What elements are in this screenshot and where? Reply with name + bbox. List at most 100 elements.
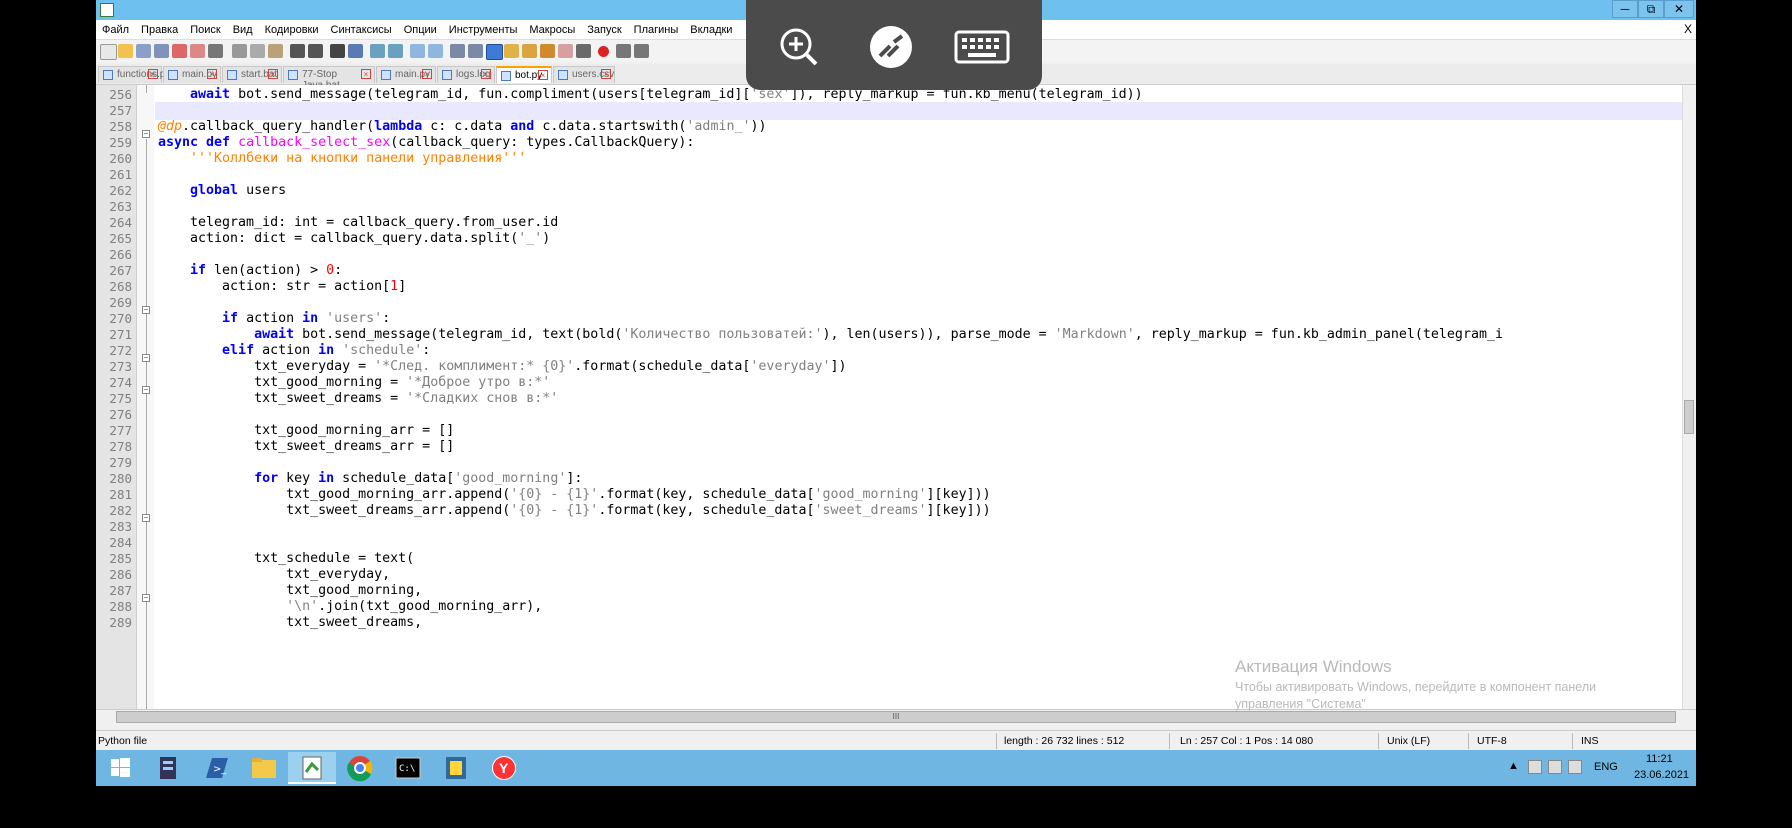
code-line[interactable]: txt_sweet_dreams, <box>158 614 422 632</box>
tab-close-icon[interactable]: × <box>268 69 278 79</box>
code-line[interactable]: txt_sweet_dreams_arr.append('{0} - {1}'.… <box>158 502 991 520</box>
file-explorer-icon[interactable] <box>240 752 288 784</box>
monitoring-icon[interactable] <box>576 44 591 58</box>
zoom-in-tool-icon[interactable] <box>370 44 385 58</box>
code-line[interactable]: action: dict = callback_query.data.split… <box>158 230 550 248</box>
open-file-icon[interactable] <box>118 44 133 58</box>
menu-tools[interactable]: Инструменты <box>443 22 524 36</box>
record-macro-icon[interactable] <box>598 46 609 57</box>
find-icon[interactable] <box>330 44 345 58</box>
save-all-icon[interactable] <box>154 44 169 58</box>
word-wrap-icon[interactable] <box>450 44 465 58</box>
tab-main-py-2[interactable]: main.py × <box>376 66 436 83</box>
code-line[interactable]: action: str = action[1] <box>158 278 406 296</box>
server-manager-icon[interactable] <box>144 752 192 784</box>
stop-macro-icon[interactable] <box>616 44 631 58</box>
chrome-icon[interactable] <box>336 752 384 784</box>
close-all-icon[interactable] <box>190 44 205 58</box>
remote-connection-icon[interactable] <box>866 24 916 70</box>
menu-settings[interactable]: Опции <box>398 22 443 36</box>
udl-icon[interactable] <box>504 44 519 58</box>
menu-language[interactable]: Синтаксисы <box>325 22 398 36</box>
play-macro-icon[interactable] <box>634 44 649 58</box>
zoom-out-tool-icon[interactable] <box>388 44 403 58</box>
menu-encoding[interactable]: Кодировки <box>259 22 325 36</box>
clock-time[interactable]: 11:21 <box>1646 753 1673 765</box>
indent-guide-icon[interactable] <box>486 44 503 60</box>
tab-close-icon[interactable]: × <box>422 69 432 79</box>
code-editor[interactable]: 256 257 258 259 260 261 262 263 264 265 266 267 268 2… <box>96 85 1682 709</box>
fold-marker[interactable]: − <box>142 354 150 362</box>
fold-marker[interactable]: − <box>142 594 150 602</box>
minimize-button[interactable]: ─ <box>1612 0 1638 18</box>
tab-bot-py[interactable]: bot.py × <box>496 66 552 83</box>
menu-macro[interactable]: Макросы <box>523 22 581 36</box>
language-indicator[interactable]: ENG <box>1594 761 1618 773</box>
tab-main-py[interactable]: main.py × <box>163 66 221 83</box>
menu-plugins[interactable]: Плагины <box>628 22 685 36</box>
fold-marker[interactable]: − <box>142 386 150 394</box>
keyboard-icon[interactable] <box>952 24 1012 70</box>
code-line[interactable]: global users <box>158 182 286 200</box>
tab-start-bat[interactable]: start.bat × <box>222 66 282 83</box>
close-button[interactable]: ✕ <box>1664 0 1694 18</box>
yandex-browser-icon[interactable]: Y <box>480 752 528 784</box>
close-document-button[interactable]: X <box>1684 22 1692 36</box>
menu-window[interactable]: Вкладки <box>684 22 738 36</box>
tray-expand-icon[interactable]: ▲ <box>1508 760 1519 772</box>
tab-close-icon[interactable]: × <box>207 69 217 79</box>
tab-close-icon[interactable]: × <box>538 70 548 80</box>
show-all-chars-icon[interactable] <box>468 44 483 58</box>
print-icon[interactable] <box>208 44 223 58</box>
function-list-icon[interactable] <box>540 44 555 58</box>
vertical-scrollbar[interactable] <box>1682 85 1696 709</box>
tab-users-csv[interactable]: users.csv × <box>553 66 615 83</box>
tab-logs-log[interactable]: logs.log × <box>437 66 495 83</box>
clock-date[interactable]: 23.06.2021 <box>1634 769 1689 781</box>
start-icon[interactable] <box>96 752 144 784</box>
notepadpp-icon[interactable] <box>288 752 336 784</box>
volume-icon[interactable] <box>1568 760 1582 774</box>
restore-button[interactable]: ⧉ <box>1638 0 1664 18</box>
copy-icon[interactable] <box>250 44 265 58</box>
redo-icon[interactable] <box>308 44 323 58</box>
close-icon[interactable] <box>172 44 187 58</box>
file-icon <box>558 70 568 80</box>
code-line[interactable]: txt_sweet_dreams_arr = [] <box>158 438 454 456</box>
menu-view[interactable]: Вид <box>227 22 259 36</box>
fold-marker[interactable]: − <box>142 514 150 522</box>
doc-map-icon[interactable] <box>522 44 537 58</box>
fold-marker[interactable]: − <box>142 306 150 314</box>
new-file-icon[interactable] <box>100 44 117 60</box>
file-icon <box>227 70 237 80</box>
menu-file[interactable]: Файл <box>96 22 135 36</box>
code-line[interactable]: txt_sweet_dreams = '*Сладких снов в:*' <box>158 390 558 408</box>
menu-edit[interactable]: Правка <box>135 22 184 36</box>
tab-close-icon[interactable]: × <box>481 69 491 79</box>
zoom-in-icon[interactable] <box>774 24 824 70</box>
sync-vertical-icon[interactable] <box>410 44 425 58</box>
cut-icon[interactable] <box>232 44 247 58</box>
network-icon[interactable] <box>1548 760 1562 774</box>
tab-close-icon[interactable]: × <box>361 69 371 79</box>
line-number-gutter: 256 257 258 259 260 261 262 263 264 265 266 267 268 2… <box>96 85 137 709</box>
paste-icon[interactable] <box>268 44 283 58</box>
fold-marker[interactable]: − <box>142 130 150 138</box>
menu-search[interactable]: Поиск <box>184 22 226 36</box>
tab-close-icon[interactable]: × <box>601 69 611 79</box>
menu-run[interactable]: Запуск <box>581 22 627 36</box>
tab-functions-py[interactable]: functions.py × <box>98 66 170 83</box>
vertical-scroll-thumb[interactable] <box>1684 400 1694 434</box>
cmd-icon[interactable]: C:\ <box>384 752 432 784</box>
undo-icon[interactable] <box>290 44 305 58</box>
tab-stop-java-bat[interactable]: 77-Stop Java.bat× <box>283 66 375 91</box>
action-center-icon[interactable] <box>1528 760 1542 774</box>
python-icon[interactable] <box>432 752 480 784</box>
save-icon[interactable] <box>136 44 151 58</box>
folder-workspace-icon[interactable] <box>558 44 573 58</box>
tab-close-icon[interactable]: × <box>148 69 158 79</box>
powershell-icon[interactable]: >_ <box>192 752 240 784</box>
sync-horizontal-icon[interactable] <box>428 44 443 58</box>
code-line[interactable]: '''Коллбеки на кнопки панели управления'… <box>158 150 526 168</box>
replace-icon[interactable] <box>348 44 363 58</box>
